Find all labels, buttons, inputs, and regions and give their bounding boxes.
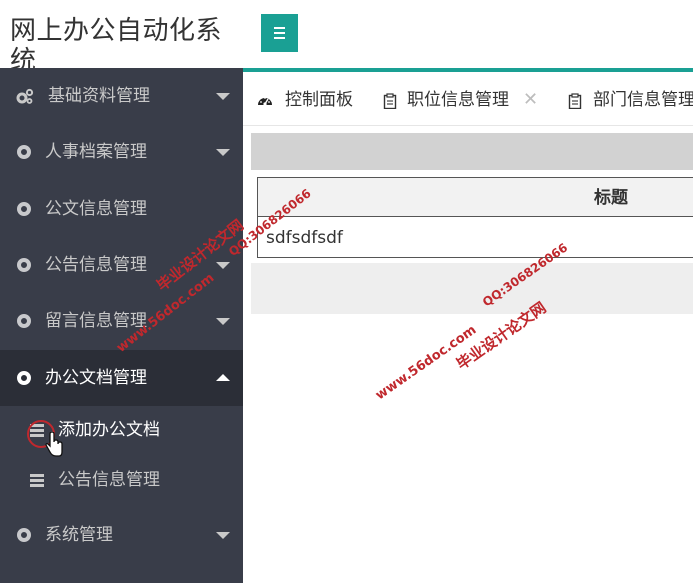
tab-position-info[interactable]: 职位信息管理 ✕ <box>376 72 553 126</box>
sidebar-item-label: 系统管理 <box>45 525 113 545</box>
sidebar-item-label: 公告信息管理 <box>45 255 147 275</box>
sidebar-item-personnel-files[interactable]: 人事档案管理 <box>0 124 243 180</box>
sidebar-item-basic-data[interactable]: 基础资料管理 <box>0 68 243 124</box>
circle-icon <box>17 528 31 542</box>
chevron-down-icon <box>216 532 230 539</box>
circle-icon <box>17 371 31 385</box>
sidebar-subitem-announcement-manage[interactable]: 公告信息管理 <box>0 456 243 506</box>
gears-icon <box>16 88 34 104</box>
sidebar-item-office-docs[interactable]: 办公文档管理 <box>0 350 243 406</box>
sidebar-item-label: 基础资料管理 <box>48 86 150 106</box>
tab-label: 部门信息管理 <box>593 90 693 110</box>
table-cell: sdfsdfsdf <box>266 228 343 248</box>
tab-department-info[interactable]: 部门信息管理 <box>561 72 693 126</box>
hand-cursor-icon <box>45 432 63 457</box>
chevron-up-icon <box>216 374 230 381</box>
tab-label: 控制面板 <box>285 90 353 110</box>
sidebar-item-label: 办公文档管理 <box>45 368 147 388</box>
tab-bar: 控制面板 职位信息管理 ✕ 部门信息管理 <box>243 72 693 126</box>
menu-toggle-button[interactable] <box>261 14 298 52</box>
list-icon <box>30 474 44 487</box>
close-icon[interactable]: ✕ <box>523 89 538 111</box>
table-header: 标题 <box>258 178 693 217</box>
chevron-down-icon <box>216 93 230 100</box>
sidebar-item-official-documents[interactable]: 公文信息管理 <box>0 181 243 237</box>
tab-dashboard[interactable]: 控制面板 <box>243 72 368 126</box>
data-table: 标题 sdfsdfsdf <box>257 177 693 258</box>
sidebar-item-system[interactable]: 系统管理 <box>0 507 243 563</box>
circle-icon <box>17 145 31 159</box>
hamburger-icon <box>274 27 285 29</box>
header: 网上办公自动化系统 <box>0 0 693 76</box>
chevron-down-icon <box>216 262 230 269</box>
clipboard-icon <box>568 93 582 109</box>
column-header-title[interactable]: 标题 <box>594 187 628 209</box>
chevron-down-icon <box>216 149 230 156</box>
sidebar-subitem-label: 添加办公文档 <box>58 420 160 440</box>
sidebar-subitem-label: 公告信息管理 <box>58 470 160 490</box>
sidebar-item-label: 公文信息管理 <box>45 199 147 219</box>
clipboard-icon <box>383 93 397 109</box>
circle-icon <box>17 258 31 272</box>
dashboard-icon <box>258 97 272 106</box>
circle-icon <box>17 202 31 216</box>
table-row[interactable]: sdfsdfsdf <box>258 218 693 258</box>
pagination-bar <box>251 263 693 314</box>
search-toolbar <box>251 133 693 170</box>
tab-label: 职位信息管理 <box>407 90 509 110</box>
sidebar-item-label: 人事档案管理 <box>45 142 147 162</box>
chevron-down-icon <box>216 318 230 325</box>
sidebar: 基础资料管理 人事档案管理 公文信息管理 公告信息管理 留言信息管理 办公文档管… <box>0 68 243 583</box>
circle-icon <box>17 314 31 328</box>
app-title: 网上办公自动化系统 <box>10 16 223 76</box>
